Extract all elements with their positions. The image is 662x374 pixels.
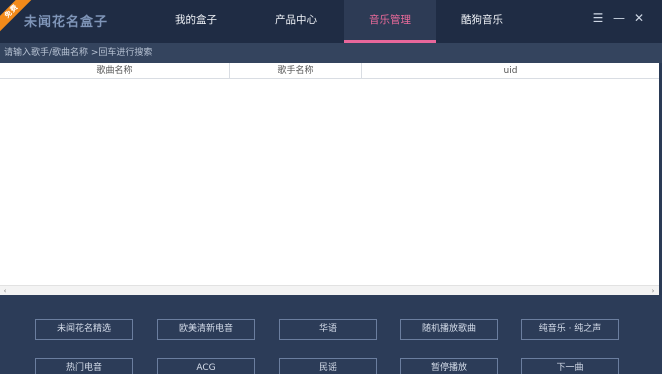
playlist-button-pure-music[interactable]: 纯音乐 · 纯之声 xyxy=(521,319,619,340)
playlist-button-acg[interactable]: ACG xyxy=(157,358,255,374)
playlist-button-folk[interactable]: 民谣 xyxy=(279,358,377,374)
search-input[interactable] xyxy=(4,45,404,61)
app-title: 未闻花名盒子 xyxy=(24,15,109,30)
horizontal-scrollbar[interactable]: ‹ › xyxy=(0,285,659,295)
playlist-button-panel: 未闻花名精选 欧美清新电音 华语 随机播放歌曲 纯音乐 · 纯之声 热门电音 A… xyxy=(0,295,662,374)
menu-icon[interactable]: ☰ xyxy=(591,11,605,25)
search-bar xyxy=(0,43,662,63)
title-bar: 免费 未闻花名盒子 我的盒子 产品中心 音乐管理 酷狗音乐 ☰ — ✕ xyxy=(0,0,662,43)
minimize-icon[interactable]: — xyxy=(612,11,626,25)
pause-button[interactable]: 暂停播放 xyxy=(400,358,498,374)
tab-my-box[interactable]: 我的盒子 xyxy=(150,0,242,43)
tab-kugou-music[interactable]: 酷狗音乐 xyxy=(436,0,528,43)
table-header: 歌曲名称 歌手名称 uid xyxy=(0,63,659,79)
column-header-song-name[interactable]: 歌曲名称 xyxy=(0,63,230,79)
song-table: 歌曲名称 歌手名称 uid ‹ › xyxy=(0,63,659,295)
column-header-uid[interactable]: uid xyxy=(362,63,659,79)
playlist-button-western-electronic[interactable]: 欧美清新电音 xyxy=(157,319,255,340)
playlist-button-chinese[interactable]: 华语 xyxy=(279,319,377,340)
playlist-button-hot-electronic[interactable]: 热门电音 xyxy=(35,358,133,374)
tab-product-center[interactable]: 产品中心 xyxy=(250,0,342,43)
close-icon[interactable]: ✕ xyxy=(632,11,646,25)
column-header-artist-name[interactable]: 歌手名称 xyxy=(230,63,362,79)
tab-music-management[interactable]: 音乐管理 xyxy=(344,0,436,43)
shuffle-play-button[interactable]: 随机播放歌曲 xyxy=(400,319,498,340)
app-window: 免费 未闻花名盒子 我的盒子 产品中心 音乐管理 酷狗音乐 ☰ — ✕ 歌曲名称… xyxy=(0,0,662,374)
next-track-button[interactable]: 下一曲 xyxy=(521,358,619,374)
playlist-button-featured[interactable]: 未闻花名精选 xyxy=(35,319,133,340)
